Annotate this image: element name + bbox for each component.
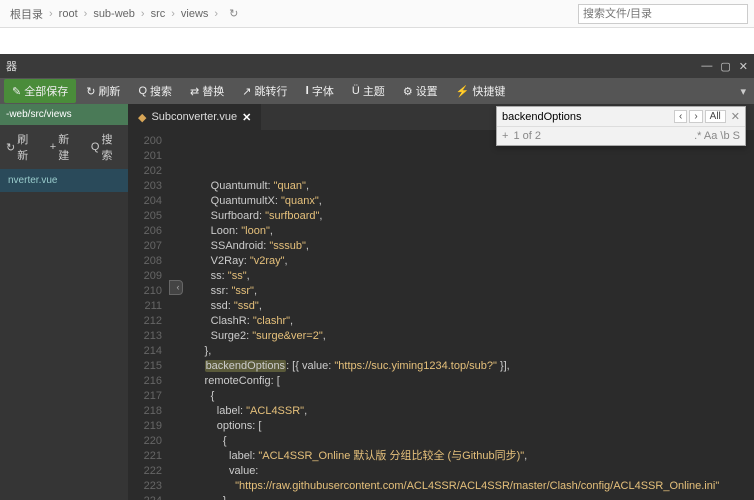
replace-icon: ⇄ — [190, 85, 199, 98]
breadcrumb-item[interactable]: src — [147, 6, 170, 22]
gear-icon: ⚙ — [403, 85, 413, 98]
chevron-right-icon: › — [84, 8, 88, 20]
breadcrumb-item[interactable]: views — [177, 6, 213, 22]
breadcrumb: 根目录›root›sub-web›src›views› — [6, 4, 218, 24]
editor-title-text: 器 — [6, 58, 17, 74]
refresh-icon: ↻ — [6, 141, 15, 154]
find-input[interactable] — [502, 111, 669, 123]
bolt-icon: ⚡ — [456, 85, 470, 98]
close-icon[interactable]: ✕ — [739, 60, 748, 73]
chevron-right-icon: › — [214, 8, 218, 20]
sidebar-search-button[interactable]: Q搜索 — [87, 129, 126, 165]
search-input[interactable] — [578, 4, 748, 24]
plus-icon: + — [50, 141, 56, 153]
code-area[interactable]: 2002012022032042052062072082092102112122… — [128, 130, 754, 500]
sidebar: -web/src/views ↻刷新 +新建 Q搜索 nverter.vue — [0, 104, 128, 500]
line-gutter: 2002012022032042052062072082092102112122… — [128, 130, 170, 500]
refresh-button[interactable]: ↻刷新 — [78, 79, 128, 103]
panel-collapse-icon[interactable]: ‹ — [169, 280, 183, 295]
find-expand-icon[interactable]: + — [502, 130, 508, 142]
save-button[interactable]: ✎全部保存 — [4, 79, 76, 103]
find-next-button[interactable]: › — [689, 110, 702, 123]
save-icon: ✎ — [12, 85, 21, 98]
sidebar-path: -web/src/views — [0, 104, 128, 125]
editor-titlebar: 器 — ▢ ✕ — [0, 54, 754, 78]
find-panel: ‹ › All ✕ + 1 of 2 .* Aa \b S — [496, 106, 746, 146]
breadcrumb-bar: 根目录›root›sub-web›src›views› ↻ — [0, 0, 754, 28]
chevron-right-icon: › — [49, 8, 53, 20]
breadcrumb-item[interactable]: root — [55, 6, 82, 22]
vue-file-icon: ◆ — [138, 111, 146, 124]
sidebar-file-item[interactable]: nverter.vue — [0, 169, 128, 192]
find-count: 1 of 2 — [513, 130, 541, 142]
reload-icon[interactable]: ↻ — [226, 4, 241, 23]
font-icon: 𝐈 — [305, 85, 308, 98]
goto-icon: ↗ — [242, 85, 251, 98]
code-content[interactable]: ‹ Quantumult: "quan", QuantumultX: "quan… — [170, 130, 754, 500]
search-icon: Q — [91, 141, 100, 153]
find-prev-button[interactable]: ‹ — [674, 110, 687, 123]
chevron-right-icon: › — [171, 8, 175, 20]
search-icon: Q — [138, 85, 147, 97]
tab-close-icon[interactable]: ✕ — [242, 111, 251, 124]
editor-toolbar: ✎全部保存 ↻刷新 Q搜索 ⇄替换 ↗跳转行 𝐈字体 Ü主题 ⚙设置 ⚡快捷键 … — [0, 78, 754, 104]
replace-button[interactable]: ⇄替换 — [182, 79, 232, 103]
breadcrumb-item[interactable]: 根目录 — [6, 4, 47, 24]
file-tab[interactable]: ◆ Subconverter.vue ✕ — [128, 104, 261, 130]
breadcrumb-item[interactable]: sub-web — [89, 6, 139, 22]
editor: ◆ Subconverter.vue ✕ 2002012022032042052… — [128, 104, 754, 500]
find-all-button[interactable]: All — [705, 110, 726, 123]
settings-button[interactable]: ⚙设置 — [395, 79, 446, 103]
theme-button[interactable]: Ü主题 — [344, 79, 393, 103]
chevron-down-icon[interactable]: ▾ — [736, 81, 750, 102]
theme-icon: Ü — [352, 85, 360, 97]
find-close-icon[interactable]: ✕ — [731, 110, 740, 123]
goto-button[interactable]: ↗跳转行 — [234, 79, 295, 103]
chevron-right-icon: › — [141, 8, 145, 20]
hotkeys-button[interactable]: ⚡快捷键 — [448, 79, 514, 103]
sidebar-new-button[interactable]: +新建 — [46, 129, 83, 165]
sidebar-refresh-button[interactable]: ↻刷新 — [2, 129, 42, 165]
font-button[interactable]: 𝐈字体 — [297, 79, 341, 103]
minimize-icon[interactable]: — — [701, 60, 712, 73]
search-button[interactable]: Q搜索 — [130, 79, 180, 103]
tab-label: Subconverter.vue — [151, 111, 237, 123]
maximize-icon[interactable]: ▢ — [720, 60, 730, 73]
refresh-icon: ↻ — [86, 85, 95, 98]
find-options[interactable]: .* Aa \b S — [694, 130, 740, 142]
